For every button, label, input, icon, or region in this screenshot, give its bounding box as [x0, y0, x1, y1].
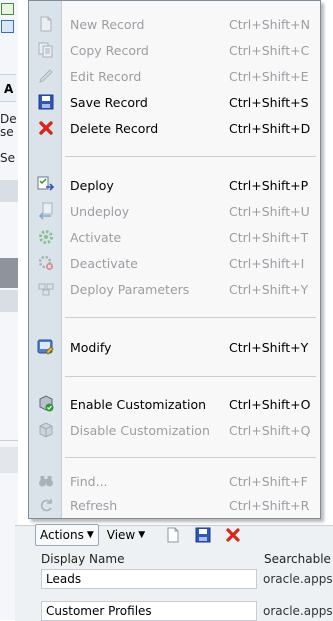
menu-item-delete-record[interactable]: Delete Record Ctrl+Shift+D: [29, 115, 320, 141]
menu-item-shortcut: Ctrl+Shift+I: [229, 255, 305, 271]
view-label: View: [106, 528, 136, 542]
results-toolbar: Actions ▼ View ▼: [35, 523, 241, 547]
menu-item-label: Save Record: [70, 94, 148, 110]
background-band: [0, 180, 18, 202]
menu-item-shortcut: Ctrl+Shift+U: [229, 203, 310, 219]
menu-item-shortcut: Ctrl+Shift+E: [229, 68, 309, 84]
menu-item-label: Find...: [70, 473, 108, 489]
menu-separator: [65, 317, 316, 318]
background-text-3: Se: [0, 151, 15, 165]
menu-item-shortcut: Ctrl+Shift+C: [229, 42, 310, 58]
menu-item-label: Deploy: [70, 177, 114, 193]
home-icon[interactable]: [1, 3, 14, 15]
menu-item-copy-record[interactable]: Copy Record Ctrl+Shift+C: [29, 37, 320, 63]
refresh-icon: [37, 496, 55, 514]
menu-item-label: Deactivate: [70, 255, 138, 271]
display-name-cell[interactable]: Customer Profiles: [41, 601, 257, 621]
results-table-header: Display Name Searchable O: [37, 552, 333, 569]
menu-item-find[interactable]: Find... Ctrl+Shift+F: [29, 468, 320, 494]
menu-item-label: Disable Customization: [70, 422, 210, 438]
enable-customization-icon: [37, 395, 55, 413]
new-record-icon[interactable]: [165, 527, 181, 543]
menu-item-activate[interactable]: Activate Ctrl+Shift+T: [29, 224, 320, 250]
menu-item-label: Modify: [70, 339, 112, 355]
background-text-2: se: [0, 125, 14, 139]
background-band: [0, 447, 18, 473]
chevron-down-icon: ▼: [86, 530, 94, 540]
pencil-icon: [37, 67, 55, 85]
display-name-cell[interactable]: Leads: [41, 569, 257, 589]
menu-item-label: Refresh: [70, 497, 118, 513]
menu-item-disable-customization[interactable]: Disable Customization Ctrl+Shift+Q: [29, 417, 320, 443]
actions-dropdown-menu: New Record Ctrl+Shift+N Copy Record Ctrl…: [28, 0, 321, 519]
menu-item-shortcut: Ctrl+Shift+Y: [229, 339, 309, 355]
delete-icon[interactable]: [225, 527, 241, 543]
background-tab-label: A: [4, 82, 14, 96]
menu-item-shortcut: Ctrl+Shift+F: [229, 473, 308, 489]
background-tab[interactable]: A: [0, 74, 16, 102]
background-divider: [0, 440, 18, 441]
menu-item-shortcut: Ctrl+Shift+Q: [229, 422, 311, 438]
menu-item-shortcut: Ctrl+Shift+D: [229, 120, 311, 136]
menu-item-shortcut: Ctrl+Shift+S: [229, 94, 309, 110]
table-row[interactable]: Customer Profiles oracle.apps: [37, 601, 333, 621]
menu-item-label: Delete Record: [70, 120, 159, 136]
navigator-icon[interactable]: [1, 20, 14, 33]
chevron-down-icon: ▼: [138, 530, 146, 540]
deactivate-gear-icon: [37, 254, 55, 272]
menu-item-edit-record[interactable]: Edit Record Ctrl+Shift+E: [29, 63, 320, 89]
background-band-dark: [0, 258, 18, 288]
actions-label: Actions: [40, 528, 84, 542]
background-text-1: De: [0, 112, 17, 126]
menu-item-label: New Record: [70, 16, 145, 32]
menu-item-shortcut: Ctrl+Shift+N: [229, 16, 310, 32]
menu-item-label: Enable Customization: [70, 396, 207, 412]
menu-item-undeploy[interactable]: Undeploy Ctrl+Shift+U: [29, 198, 320, 224]
view-menu-button[interactable]: View ▼: [105, 525, 147, 545]
menu-item-modify[interactable]: Modify Ctrl+Shift+Y: [29, 334, 320, 360]
menu-item-label: Undeploy: [70, 203, 130, 219]
menu-item-label: Edit Record: [70, 68, 142, 84]
menu-item-deploy-parameters[interactable]: Deploy Parameters Ctrl+Shift+Y: [29, 276, 320, 302]
menu-item-save-record[interactable]: Save Record Ctrl+Shift+S: [29, 89, 320, 115]
menu-item-enable-customization[interactable]: Enable Customization Ctrl+Shift+O: [29, 391, 320, 417]
column-header-searchable[interactable]: Searchable O: [260, 552, 333, 569]
activate-gear-icon: [37, 228, 55, 246]
menu-item-shortcut: Ctrl+Shift+P: [229, 177, 309, 193]
save-icon[interactable]: [195, 527, 211, 543]
menu-item-label: Activate: [70, 229, 122, 245]
save-icon: [37, 93, 55, 111]
deploy-parameters-icon: [37, 280, 55, 298]
background-band: [0, 290, 18, 312]
modify-icon: [37, 338, 55, 356]
menu-item-shortcut: Ctrl+Shift+R: [229, 497, 310, 513]
menu-item-deactivate[interactable]: Deactivate Ctrl+Shift+I: [29, 250, 320, 276]
new-record-icon: [37, 15, 55, 33]
menu-item-refresh[interactable]: Refresh Ctrl+Shift+R: [29, 492, 320, 518]
menu-item-new-record[interactable]: New Record Ctrl+Shift+N: [29, 11, 320, 37]
menu-separator: [65, 376, 316, 377]
menu-item-shortcut: Ctrl+Shift+Y: [229, 281, 309, 297]
disable-customization-icon: [37, 421, 55, 439]
menu-item-label: Copy Record: [70, 42, 149, 58]
red-x-icon: [37, 119, 55, 137]
searchable-cell: oracle.apps: [263, 572, 333, 586]
deploy-icon: [37, 176, 55, 194]
searchable-cell: oracle.apps: [263, 604, 333, 618]
actions-menu-button[interactable]: Actions ▼: [35, 524, 99, 546]
menu-separator: [65, 457, 316, 458]
table-row[interactable]: Leads oracle.apps: [37, 569, 333, 589]
menu-item-shortcut: Ctrl+Shift+O: [229, 396, 311, 412]
menu-item-deploy[interactable]: Deploy Ctrl+Shift+P: [29, 172, 320, 198]
undeploy-icon: [37, 202, 55, 220]
copy-record-icon: [37, 41, 55, 59]
menu-separator: [65, 156, 316, 157]
column-header-display-name[interactable]: Display Name: [37, 552, 260, 569]
menu-item-shortcut: Ctrl+Shift+T: [229, 229, 309, 245]
binoculars-icon: [37, 472, 55, 490]
menu-item-label: Deploy Parameters: [70, 281, 190, 297]
